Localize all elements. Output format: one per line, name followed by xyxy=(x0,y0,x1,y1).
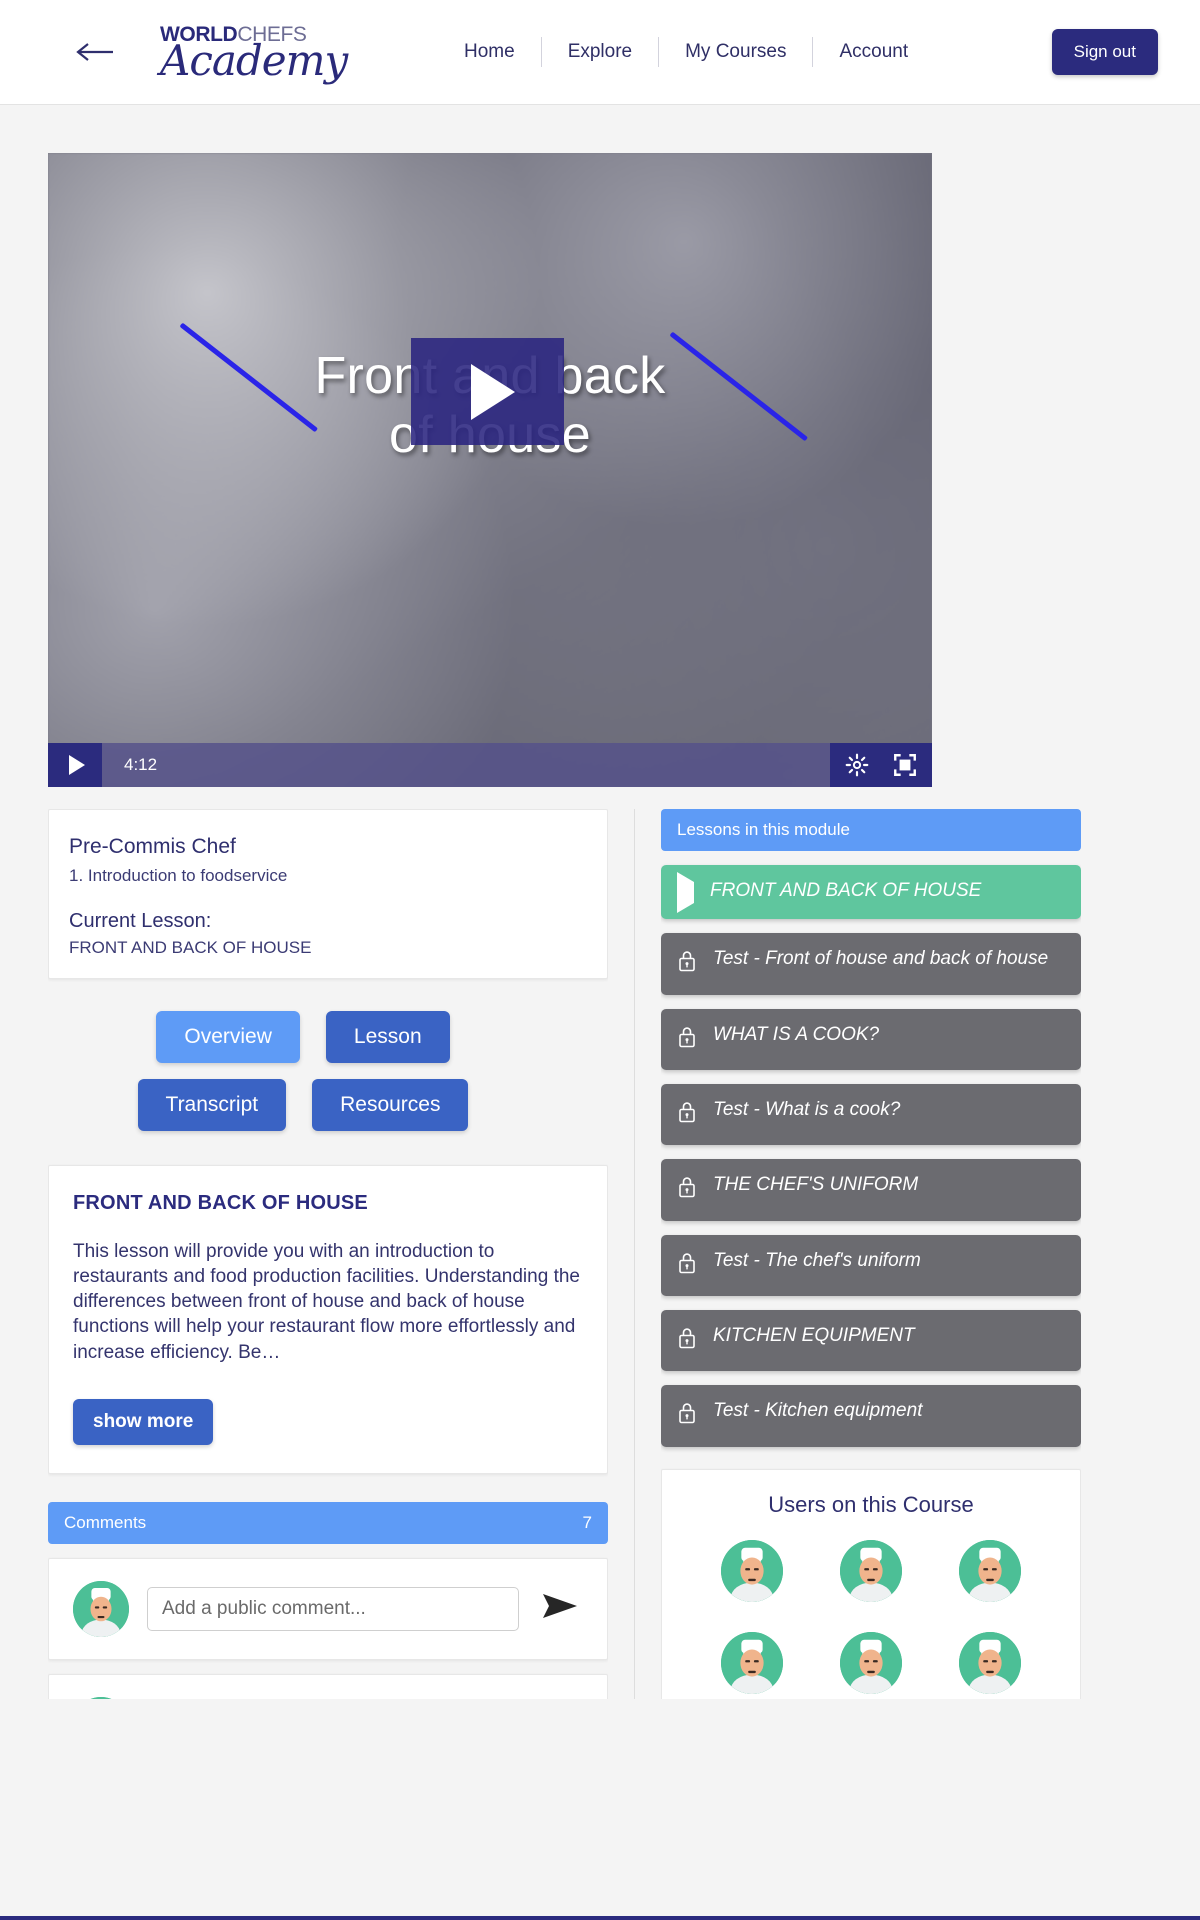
left-column: Pre-Commis Chef 1. Introduction to foods… xyxy=(48,809,608,1699)
video-poster-image xyxy=(48,153,932,787)
lesson-label: KITCHEN EQUIPMENT xyxy=(713,1324,915,1346)
site-footer: Brought to you by WORLDCHEFS xyxy=(0,1916,1200,1920)
lock-icon xyxy=(677,1249,697,1282)
site-logo[interactable]: WORLDCHEFS Academy xyxy=(160,24,348,85)
lesson-label: THE CHEF'S UNIFORM xyxy=(713,1174,919,1196)
sign-out-button[interactable]: Sign out xyxy=(1051,29,1158,75)
comment-body: dsffd dfsfdsdfs rerererer rereerre rere xyxy=(147,1697,333,1699)
comment-input[interactable] xyxy=(147,1586,519,1631)
users-on-course-panel: Users on this Course xyxy=(661,1468,1081,1700)
nav-item-my-courses[interactable]: My Courses xyxy=(659,31,812,73)
show-more-button[interactable]: show more xyxy=(73,1398,214,1445)
play-icon xyxy=(470,363,515,420)
column-divider xyxy=(634,809,635,1699)
current-lesson-name: FRONT AND BACK OF HOUSE xyxy=(69,938,312,958)
page-content: Front and back of house 4:12 xyxy=(0,153,1200,1920)
play-icon xyxy=(677,872,694,913)
avatar[interactable] xyxy=(959,1631,1022,1694)
lock-icon xyxy=(677,1023,697,1056)
arrow-left-icon xyxy=(75,40,115,64)
lesson-list-item[interactable]: WHAT IS A COOK? xyxy=(661,1008,1081,1070)
fullscreen-icon[interactable] xyxy=(892,752,918,778)
module-lessons-label: Lessons in this module xyxy=(677,820,850,839)
right-column: Lessons in this module FRONT AND BACK OF… xyxy=(661,809,1081,1699)
avatar xyxy=(73,1696,129,1699)
comments-label: Comments xyxy=(64,1512,147,1532)
tab-overview[interactable]: Overview xyxy=(156,1011,300,1064)
lock-icon xyxy=(677,1098,697,1131)
video-controls-bar: 4:12 xyxy=(48,743,932,787)
lesson-info-card: Pre-Commis Chef 1. Introduction to foods… xyxy=(48,809,608,980)
add-comment-box xyxy=(48,1557,608,1660)
description-title: FRONT AND BACK OF HOUSE xyxy=(73,1192,368,1215)
video-duration-label: 4:12 xyxy=(124,755,158,774)
description-body: This lesson will provide you with an int… xyxy=(73,1241,580,1363)
comments-count: 7 xyxy=(582,1512,592,1532)
comment-list: dsffd dfsfdsdfs rerererer rereerre rere … xyxy=(48,1673,608,1699)
video-controls-right xyxy=(830,743,932,787)
nav-item-home[interactable]: Home xyxy=(438,31,541,73)
lesson-label: Test - Kitchen equipment xyxy=(713,1400,923,1422)
avatar[interactable] xyxy=(839,1539,902,1602)
tab-resources[interactable]: Resources xyxy=(312,1079,469,1132)
lesson-description-card: FRONT AND BACK OF HOUSE This lesson will… xyxy=(48,1165,608,1474)
lesson-list-item[interactable]: THE CHEF'S UNIFORM xyxy=(661,1159,1081,1221)
content-columns: Pre-Commis Chef 1. Introduction to foods… xyxy=(48,809,1152,1699)
users-panel-title: Users on this Course xyxy=(768,1491,974,1517)
avatar[interactable] xyxy=(720,1631,783,1694)
lesson-label: FRONT AND BACK OF HOUSE xyxy=(710,880,982,901)
comments-header[interactable]: Comments 7 xyxy=(48,1501,608,1544)
lock-icon xyxy=(677,1399,697,1432)
back-button[interactable] xyxy=(72,29,118,75)
site-header: WORLDCHEFS Academy Home Explore My Cours… xyxy=(0,0,1200,105)
module-title: 1. Introduction to foodservice xyxy=(69,866,288,886)
send-icon[interactable] xyxy=(537,1591,583,1626)
list-item[interactable]: dsffd dfsfdsdfs rerererer rereerre rere xyxy=(73,1696,583,1699)
lock-icon xyxy=(677,1173,697,1206)
avatar xyxy=(73,1580,129,1637)
current-lesson-label: Current Lesson: xyxy=(69,910,212,933)
lock-icon xyxy=(677,1324,697,1357)
video-player[interactable]: Front and back of house 4:12 xyxy=(48,153,932,787)
avatar[interactable] xyxy=(959,1539,1022,1602)
lesson-list-item[interactable]: Test - Kitchen equipment xyxy=(661,1385,1081,1447)
video-play-overlay-button[interactable] xyxy=(411,338,564,445)
logo-academy-text: Academy xyxy=(160,35,348,85)
users-avatar-grid xyxy=(692,1539,1050,1700)
nav-item-explore[interactable]: Explore xyxy=(542,31,658,73)
lock-icon xyxy=(677,947,697,980)
lesson-label: WHAT IS A COOK? xyxy=(713,1023,880,1045)
lesson-list-item[interactable]: Test - The chef's uniform xyxy=(661,1234,1081,1296)
play-pause-button[interactable] xyxy=(48,743,102,787)
avatar[interactable] xyxy=(720,1539,783,1602)
avatar[interactable] xyxy=(839,1631,902,1694)
gear-icon[interactable] xyxy=(844,752,870,778)
nav-item-account[interactable]: Account xyxy=(813,31,934,73)
course-title: Pre-Commis Chef xyxy=(69,835,236,858)
lesson-label: Test - The chef's uniform xyxy=(713,1249,921,1271)
tab-lesson[interactable]: Lesson xyxy=(325,1011,450,1064)
lesson-label: Test - What is a cook? xyxy=(713,1098,901,1120)
tab-transcript[interactable]: Transcript xyxy=(137,1079,287,1132)
module-lessons-header[interactable]: Lessons in this module xyxy=(661,809,1081,851)
lesson-label: Test - Front of house and back of house xyxy=(713,948,1049,970)
lesson-tabs: Overview Lesson Transcript Resources xyxy=(70,1011,536,1132)
play-icon xyxy=(69,755,85,775)
lesson-list-item-current[interactable]: FRONT AND BACK OF HOUSE xyxy=(661,865,1081,920)
lesson-list-item[interactable]: Test - Front of house and back of house xyxy=(661,933,1081,995)
main-navigation: Home Explore My Courses Account xyxy=(438,31,934,73)
lesson-list-item[interactable]: KITCHEN EQUIPMENT xyxy=(661,1309,1081,1372)
lesson-list-item[interactable]: Test - What is a cook? xyxy=(661,1083,1081,1146)
